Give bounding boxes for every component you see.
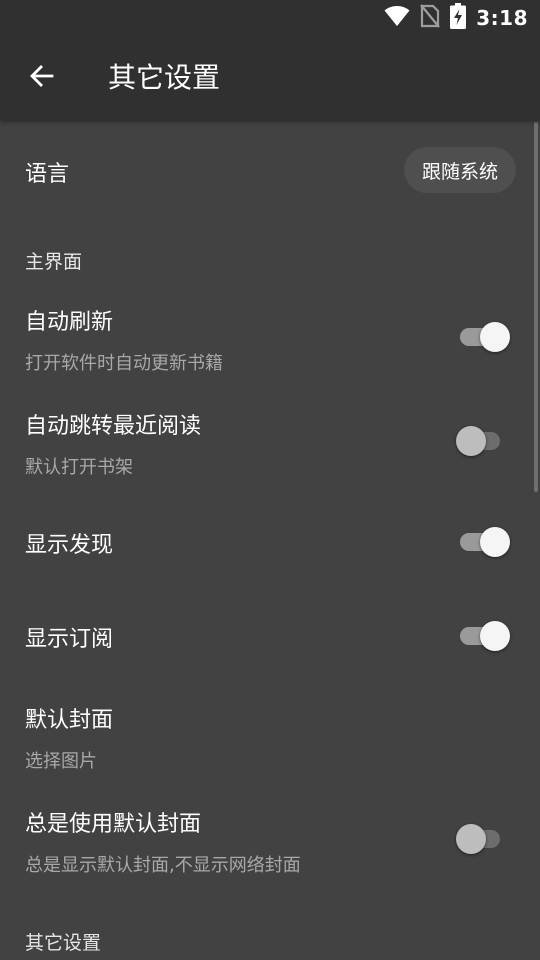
setting-auto-refresh[interactable]: 自动刷新 打开软件时自动更新书籍 (0, 292, 540, 392)
setting-language-title: 语言 (25, 162, 70, 187)
switch-thumb (456, 824, 486, 854)
setting-auto-jump-title: 自动跳转最近阅读 (25, 414, 202, 439)
switch-thumb (456, 426, 486, 456)
setting-auto-refresh-summary: 打开软件时自动更新书籍 (25, 353, 223, 374)
show-rss-switch[interactable] (458, 620, 512, 652)
no-sim-icon (420, 4, 441, 32)
setting-auto-jump[interactable]: 自动跳转最近阅读 默认打开书架 (0, 396, 540, 496)
switch-thumb (480, 621, 510, 651)
page-title: 其它设置 (108, 61, 221, 94)
scrollbar[interactable] (534, 122, 538, 492)
switch-thumb (480, 322, 510, 352)
setting-language[interactable]: 语言 跟随系统 (0, 120, 540, 220)
battery-charging-icon (450, 3, 467, 33)
section-other: 其它设置 (0, 916, 540, 960)
always-default-cover-switch[interactable] (456, 823, 512, 855)
toolbar: 其它设置 (0, 36, 540, 120)
setting-default-cover-summary: 选择图片 (25, 751, 97, 772)
arrow-back-icon (28, 62, 56, 94)
switch-thumb (480, 527, 510, 557)
auto-jump-switch[interactable] (456, 425, 512, 457)
setting-default-cover[interactable]: 默认封面 选择图片 (0, 690, 540, 786)
language-select[interactable]: 跟随系统 (403, 147, 516, 193)
setting-default-cover-title: 默认封面 (25, 708, 114, 733)
section-other-title: 其它设置 (25, 932, 102, 954)
section-main: 主界面 (0, 230, 540, 290)
setting-auto-refresh-title: 自动刷新 (25, 310, 114, 335)
show-discover-switch[interactable] (458, 526, 512, 558)
auto-refresh-switch[interactable] (458, 321, 512, 353)
setting-show-discover[interactable]: 显示发现 (0, 500, 540, 584)
wifi-icon (384, 5, 410, 31)
setting-show-rss-title: 显示订阅 (25, 627, 114, 652)
section-main-title: 主界面 (25, 251, 83, 273)
setting-show-discover-title: 显示发现 (25, 533, 114, 558)
settings-list[interactable]: 语言 跟随系统 主界面 自动刷新 打开软件时自动更新书籍 自动跳转最近阅读 默认… (0, 120, 540, 960)
setting-always-default-cover[interactable]: 总是使用默认封面 总是显示默认封面,不显示网络封面 (0, 794, 540, 894)
status-icons: 3:18 (384, 3, 528, 33)
setting-show-rss[interactable]: 显示订阅 (0, 594, 540, 678)
status-bar: 3:18 (0, 0, 540, 36)
setting-always-default-cover-title: 总是使用默认封面 (25, 812, 202, 837)
setting-auto-jump-summary: 默认打开书架 (25, 457, 133, 478)
setting-always-default-cover-summary: 总是显示默认封面,不显示网络封面 (25, 855, 301, 876)
status-time: 3:18 (476, 6, 528, 30)
back-button[interactable] (18, 56, 66, 100)
